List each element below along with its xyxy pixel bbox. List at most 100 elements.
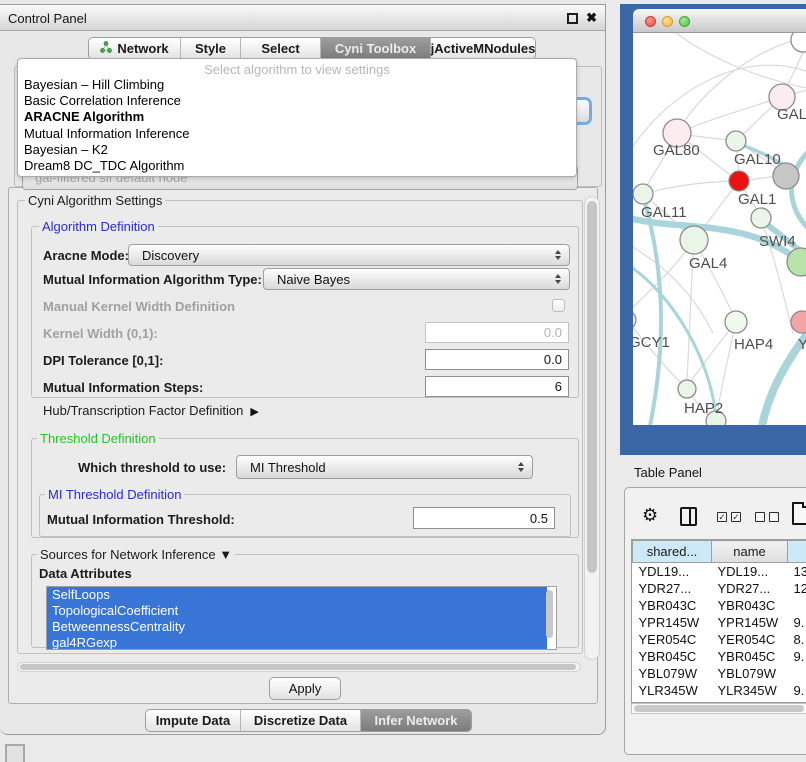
network-node-hap4[interactable] bbox=[725, 311, 747, 333]
deselect-all-columns-icon[interactable] bbox=[755, 512, 779, 522]
settings-vertical-scrollbar[interactable] bbox=[584, 196, 600, 660]
table-row[interactable]: YBL079WYBL079W bbox=[633, 665, 806, 682]
gear-icon[interactable]: ⚙ bbox=[642, 505, 658, 526]
table-row[interactable]: YBR043CYBR043C bbox=[633, 597, 806, 614]
column-header-shared[interactable]: shared... bbox=[633, 541, 712, 563]
network-node-swi4[interactable] bbox=[751, 208, 771, 228]
tab-discretize-data[interactable]: Discretize Data bbox=[241, 710, 361, 731]
mi-steps-input[interactable]: 6 bbox=[425, 376, 569, 397]
attribute-item-topologicalcoefficient[interactable]: TopologicalCoefficient bbox=[47, 603, 547, 619]
table-cell[interactable]: YPR145W bbox=[633, 614, 712, 631]
table-row[interactable]: YDL19...YDL19...13 bbox=[633, 563, 806, 580]
table-row[interactable]: YPR145WYPR145W9. bbox=[633, 614, 806, 631]
table-cell[interactable]: YBR045C bbox=[712, 648, 788, 665]
table-cell[interactable]: YER054C bbox=[712, 631, 788, 648]
tab-network[interactable]: Network bbox=[89, 38, 181, 59]
table-header-row[interactable]: shared...nameA bbox=[633, 541, 806, 563]
network-canvas[interactable]: GALGAL80GAL10GAL1GAL11SWI4GAL4GCY1HAP4YH… bbox=[633, 33, 806, 425]
algorithm-option-aracne-algorithm[interactable]: ARACNE Algorithm bbox=[18, 109, 576, 125]
close-traffic-light-icon[interactable] bbox=[645, 16, 656, 27]
table-cell[interactable]: YBR045C bbox=[633, 648, 712, 665]
table-cell[interactable]: YBR043C bbox=[633, 597, 712, 614]
tab-infer-network[interactable]: Infer Network bbox=[361, 710, 471, 731]
table-cell[interactable]: YBR043C bbox=[712, 597, 788, 614]
table-cell[interactable]: 9. bbox=[788, 682, 806, 699]
table-cell[interactable]: 9. bbox=[788, 614, 806, 631]
network-node-gcy1[interactable] bbox=[633, 311, 636, 329]
table-cell[interactable]: YDL19... bbox=[633, 563, 712, 580]
table-row[interactable]: YER054CYER054C8. bbox=[633, 631, 806, 648]
column-header-a[interactable]: A bbox=[788, 541, 806, 563]
control-panel-tabbar: NetworkStyleSelectCyni ToolboxjActiveMNo… bbox=[88, 37, 536, 60]
tab-cyni-toolbox[interactable]: Cyni Toolbox bbox=[321, 38, 431, 59]
mi-threshold-input[interactable]: 0.5 bbox=[413, 507, 555, 529]
close-icon[interactable]: ✖ bbox=[586, 10, 597, 26]
algorithm-option-basic-correlation-inference[interactable]: Basic Correlation Inference bbox=[18, 93, 576, 109]
tab-jactivemnodules[interactable]: jActiveMNodules bbox=[431, 38, 535, 59]
sources-toggle[interactable]: Sources for Network Inference ▼ bbox=[37, 547, 235, 562]
table-cell[interactable]: YBL079W bbox=[712, 665, 788, 682]
table-cell[interactable]: YER054C bbox=[633, 631, 712, 648]
table-cell[interactable]: 8. bbox=[788, 631, 806, 648]
network-node-y[interactable] bbox=[791, 311, 806, 333]
manual-kernel-width-checkbox[interactable] bbox=[552, 299, 565, 312]
mi-algorithm-type-combo[interactable]: Naive Bayes bbox=[263, 268, 570, 290]
dpi-tolerance-input[interactable]: 0.0 bbox=[425, 349, 569, 370]
table-horizontal-scrollbar-thumb[interactable] bbox=[634, 705, 804, 712]
network-node-gal10[interactable] bbox=[726, 131, 746, 151]
settings-horizontal-scrollbar[interactable] bbox=[17, 662, 581, 672]
table-cell[interactable] bbox=[788, 665, 806, 682]
network-node-gal1[interactable] bbox=[729, 171, 749, 191]
table-cell[interactable]: YLR345W bbox=[712, 682, 788, 699]
table-cell[interactable]: YDR27... bbox=[633, 580, 712, 597]
table-cell[interactable]: 9. bbox=[788, 648, 806, 665]
data-attributes-list[interactable]: SelfLoopsTopologicalCoefficientBetweenne… bbox=[46, 586, 557, 650]
attribute-item-betweennesscentrality[interactable]: BetweennessCentrality bbox=[47, 619, 547, 635]
select-all-columns-icon[interactable]: ✓ ✓ bbox=[717, 512, 741, 522]
network-node-gal11[interactable] bbox=[633, 184, 653, 204]
table-cell[interactable]: 13 bbox=[788, 563, 806, 580]
which-threshold-combo[interactable]: MI Threshold bbox=[236, 455, 533, 479]
zoom-traffic-light-icon[interactable] bbox=[679, 16, 690, 27]
columns-icon[interactable] bbox=[680, 507, 697, 526]
settings-vertical-scrollbar-thumb[interactable] bbox=[587, 201, 597, 573]
float-window-icon[interactable] bbox=[567, 13, 578, 24]
table-cell[interactable] bbox=[788, 597, 806, 614]
table-row[interactable]: YDR27...YDR27...12 bbox=[633, 580, 806, 597]
attribute-item-gal4rgexp[interactable]: gal4RGexp bbox=[47, 635, 547, 650]
table-row[interactable]: YLR345WYLR345W9. bbox=[633, 682, 806, 699]
network-node[interactable] bbox=[791, 33, 806, 52]
algorithm-option-bayesian-hill-climbing[interactable]: Bayesian – Hill Climbing bbox=[18, 77, 576, 93]
algorithm-option-bayesian-k2[interactable]: Bayesian – K2 bbox=[18, 142, 576, 158]
table-panel-title: Table Panel bbox=[634, 465, 702, 480]
attribute-item-selfloops[interactable]: SelfLoops bbox=[47, 587, 547, 603]
minimize-traffic-light-icon[interactable] bbox=[662, 16, 673, 27]
list-scrollbar-thumb[interactable] bbox=[546, 590, 553, 638]
network-node-hap2[interactable] bbox=[678, 380, 696, 398]
apply-button[interactable]: Apply bbox=[269, 677, 341, 700]
table-horizontal-scrollbar[interactable] bbox=[631, 703, 806, 714]
node-label-gal11: GAL11 bbox=[641, 204, 687, 221]
new-table-icon[interactable] bbox=[792, 502, 806, 525]
algorithm-option-dream8-dc-tdc-algorithm[interactable]: Dream8 DC_TDC Algorithm bbox=[18, 158, 576, 174]
column-header-name[interactable]: name bbox=[712, 541, 788, 563]
settings-horizontal-scrollbar-thumb[interactable] bbox=[20, 664, 576, 670]
table-cell[interactable]: YLR345W bbox=[633, 682, 712, 699]
tab-select[interactable]: Select bbox=[241, 38, 321, 59]
table-cell[interactable]: YPR145W bbox=[712, 614, 788, 631]
table-cell[interactable]: YDL19... bbox=[712, 563, 788, 580]
table-row[interactable]: YBR045CYBR045C9. bbox=[633, 648, 806, 665]
bottom-left-window-icon[interactable] bbox=[5, 744, 25, 762]
kernel-width-input[interactable]: 0.0 bbox=[425, 322, 569, 343]
tab-style[interactable]: Style bbox=[181, 38, 241, 59]
algorithm-option-mutual-information-inference[interactable]: Mutual Information Inference bbox=[18, 126, 576, 142]
table-cell[interactable]: YDR27... bbox=[712, 580, 788, 597]
network-node-gal4[interactable] bbox=[680, 226, 708, 254]
network-window-titlebar[interactable] bbox=[633, 9, 806, 33]
table-cell[interactable]: YBL079W bbox=[633, 665, 712, 682]
node-table[interactable]: shared...nameA YDL19...YDL19...13YDR27..… bbox=[631, 539, 806, 703]
aracne-mode-combo[interactable]: Discovery bbox=[128, 244, 570, 266]
tab-impute-data[interactable]: Impute Data bbox=[146, 710, 241, 731]
hub-definition-toggle[interactable]: Hub/Transcription Factor Definition▶ bbox=[43, 403, 259, 418]
table-cell[interactable]: 12 bbox=[788, 580, 806, 597]
